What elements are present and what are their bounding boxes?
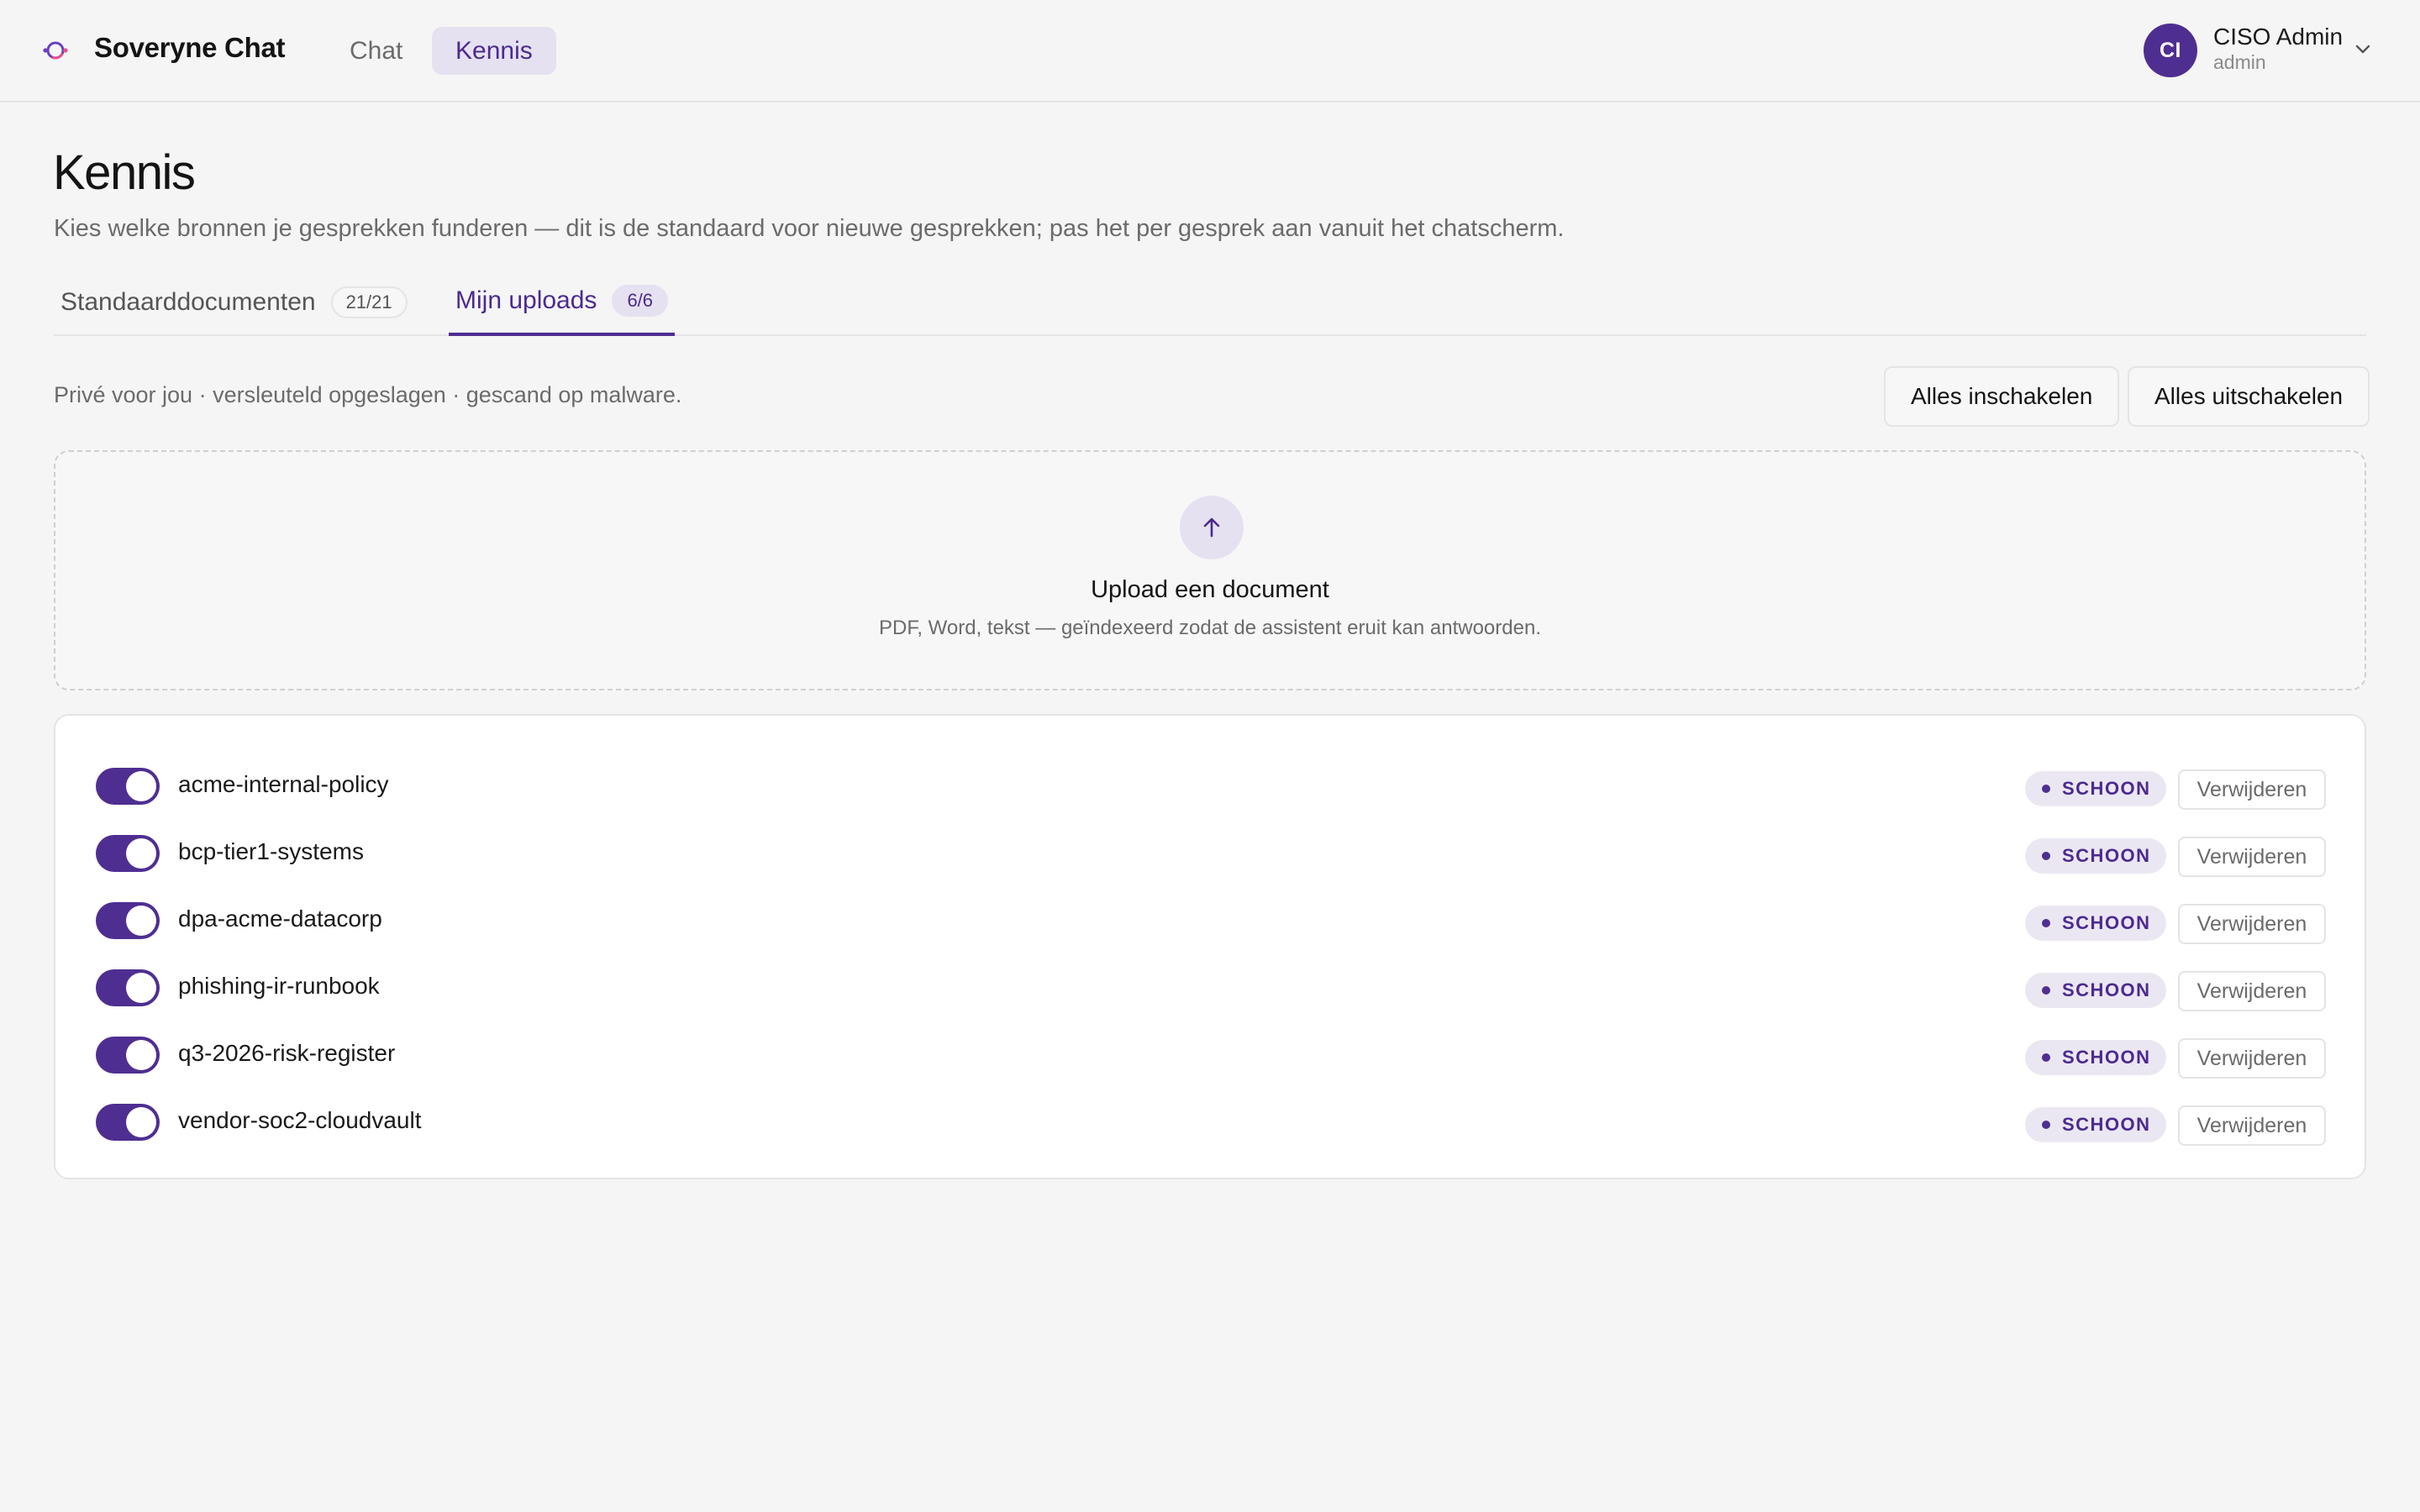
status-badge: SCHOON xyxy=(2025,771,2166,806)
upload-title: Upload een document xyxy=(1091,576,1329,603)
user-name[interactable]: CISO Admin xyxy=(2213,24,2343,50)
status-badge: SCHOON xyxy=(2025,838,2166,874)
document-toggle[interactable] xyxy=(96,902,160,939)
document-name: acme-internal-policy xyxy=(178,771,389,797)
delete-button[interactable]: Verwijderen xyxy=(2178,769,2326,810)
list-item: q3-2026-risk-register SCHOON Verwijderen xyxy=(55,1021,2365,1089)
delete-button[interactable]: Verwijderen xyxy=(2178,1105,2326,1146)
list-item: vendor-soc2-cloudvault SCHOON Verwijdere… xyxy=(55,1089,2365,1156)
tab-label: Mijn uploads xyxy=(455,286,597,314)
nav-tab-chat[interactable]: Chat xyxy=(326,27,426,75)
tab-count-badge: 21/21 xyxy=(330,286,408,318)
page-subtitle: Kies welke bronnen je gesprekken fundere… xyxy=(54,215,1565,242)
document-name: vendor-soc2-cloudvault xyxy=(178,1107,422,1133)
chevron-down-icon[interactable] xyxy=(2351,37,2375,60)
document-toggle[interactable] xyxy=(96,835,160,872)
document-toggle[interactable] xyxy=(96,768,160,805)
tab-standard-documents[interactable]: Standaarddocumenten 21/21 xyxy=(54,269,408,336)
upload-icon-circle xyxy=(1180,496,1244,559)
brand-name[interactable]: Soveryne Chat xyxy=(94,32,285,64)
status-badge: SCHOON xyxy=(2025,906,2166,941)
status-badge: SCHOON xyxy=(2025,1040,2166,1075)
user-role: admin xyxy=(2213,51,2266,73)
list-item: acme-internal-policy SCHOON Verwijderen xyxy=(55,753,2365,820)
disable-all-button[interactable]: Alles uitschakelen xyxy=(2128,366,2370,427)
document-name: q3-2026-risk-register xyxy=(178,1040,396,1066)
tab-my-uploads[interactable]: Mijn uploads 6/6 xyxy=(449,269,676,336)
arrow-up-icon xyxy=(1203,517,1220,538)
upload-subtitle: PDF, Word, tekst — geïndexeerd zodat de … xyxy=(879,617,1541,639)
tab-count-badge: 6/6 xyxy=(612,285,669,317)
upload-dropzone[interactable]: Upload een document PDF, Word, tekst — g… xyxy=(54,450,2366,690)
uploads-list: acme-internal-policy SCHOON Verwijderen … xyxy=(54,714,2366,1179)
delete-button[interactable]: Verwijderen xyxy=(2178,1038,2326,1079)
top-bar: Soveryne Chat Chat Kennis CI CISO Admin … xyxy=(0,0,2420,102)
document-toggle[interactable] xyxy=(96,1104,160,1141)
avatar[interactable]: CI xyxy=(2144,24,2197,77)
list-item: phishing-ir-runbook SCHOON Verwijderen xyxy=(55,954,2365,1021)
nav-tab-kennis[interactable]: Kennis xyxy=(432,27,556,75)
list-item: bcp-tier1-systems SCHOON Verwijderen xyxy=(55,820,2365,887)
document-name: dpa-acme-datacorp xyxy=(178,906,382,932)
document-toggle[interactable] xyxy=(96,969,160,1006)
status-badge: SCHOON xyxy=(2025,973,2166,1008)
status-badge: SCHOON xyxy=(2025,1107,2166,1142)
enable-all-button[interactable]: Alles inschakelen xyxy=(1884,366,2120,427)
list-item: dpa-acme-datacorp SCHOON Verwijderen xyxy=(55,887,2365,954)
document-name: phishing-ir-runbook xyxy=(178,973,380,999)
delete-button[interactable]: Verwijderen xyxy=(2178,837,2326,877)
document-name: bcp-tier1-systems xyxy=(178,838,364,864)
privacy-note: Privé voor jou · versleuteld opgeslagen … xyxy=(54,382,682,407)
delete-button[interactable]: Verwijderen xyxy=(2178,971,2326,1011)
page-title: Kennis xyxy=(53,145,196,200)
orbit-logo-icon[interactable] xyxy=(39,34,72,67)
knowledge-tabs: Standaarddocumenten 21/21 Mijn uploads 6… xyxy=(54,269,2366,336)
document-toggle[interactable] xyxy=(96,1037,160,1074)
tab-label: Standaarddocumenten xyxy=(60,288,316,316)
delete-button[interactable]: Verwijderen xyxy=(2178,904,2326,944)
